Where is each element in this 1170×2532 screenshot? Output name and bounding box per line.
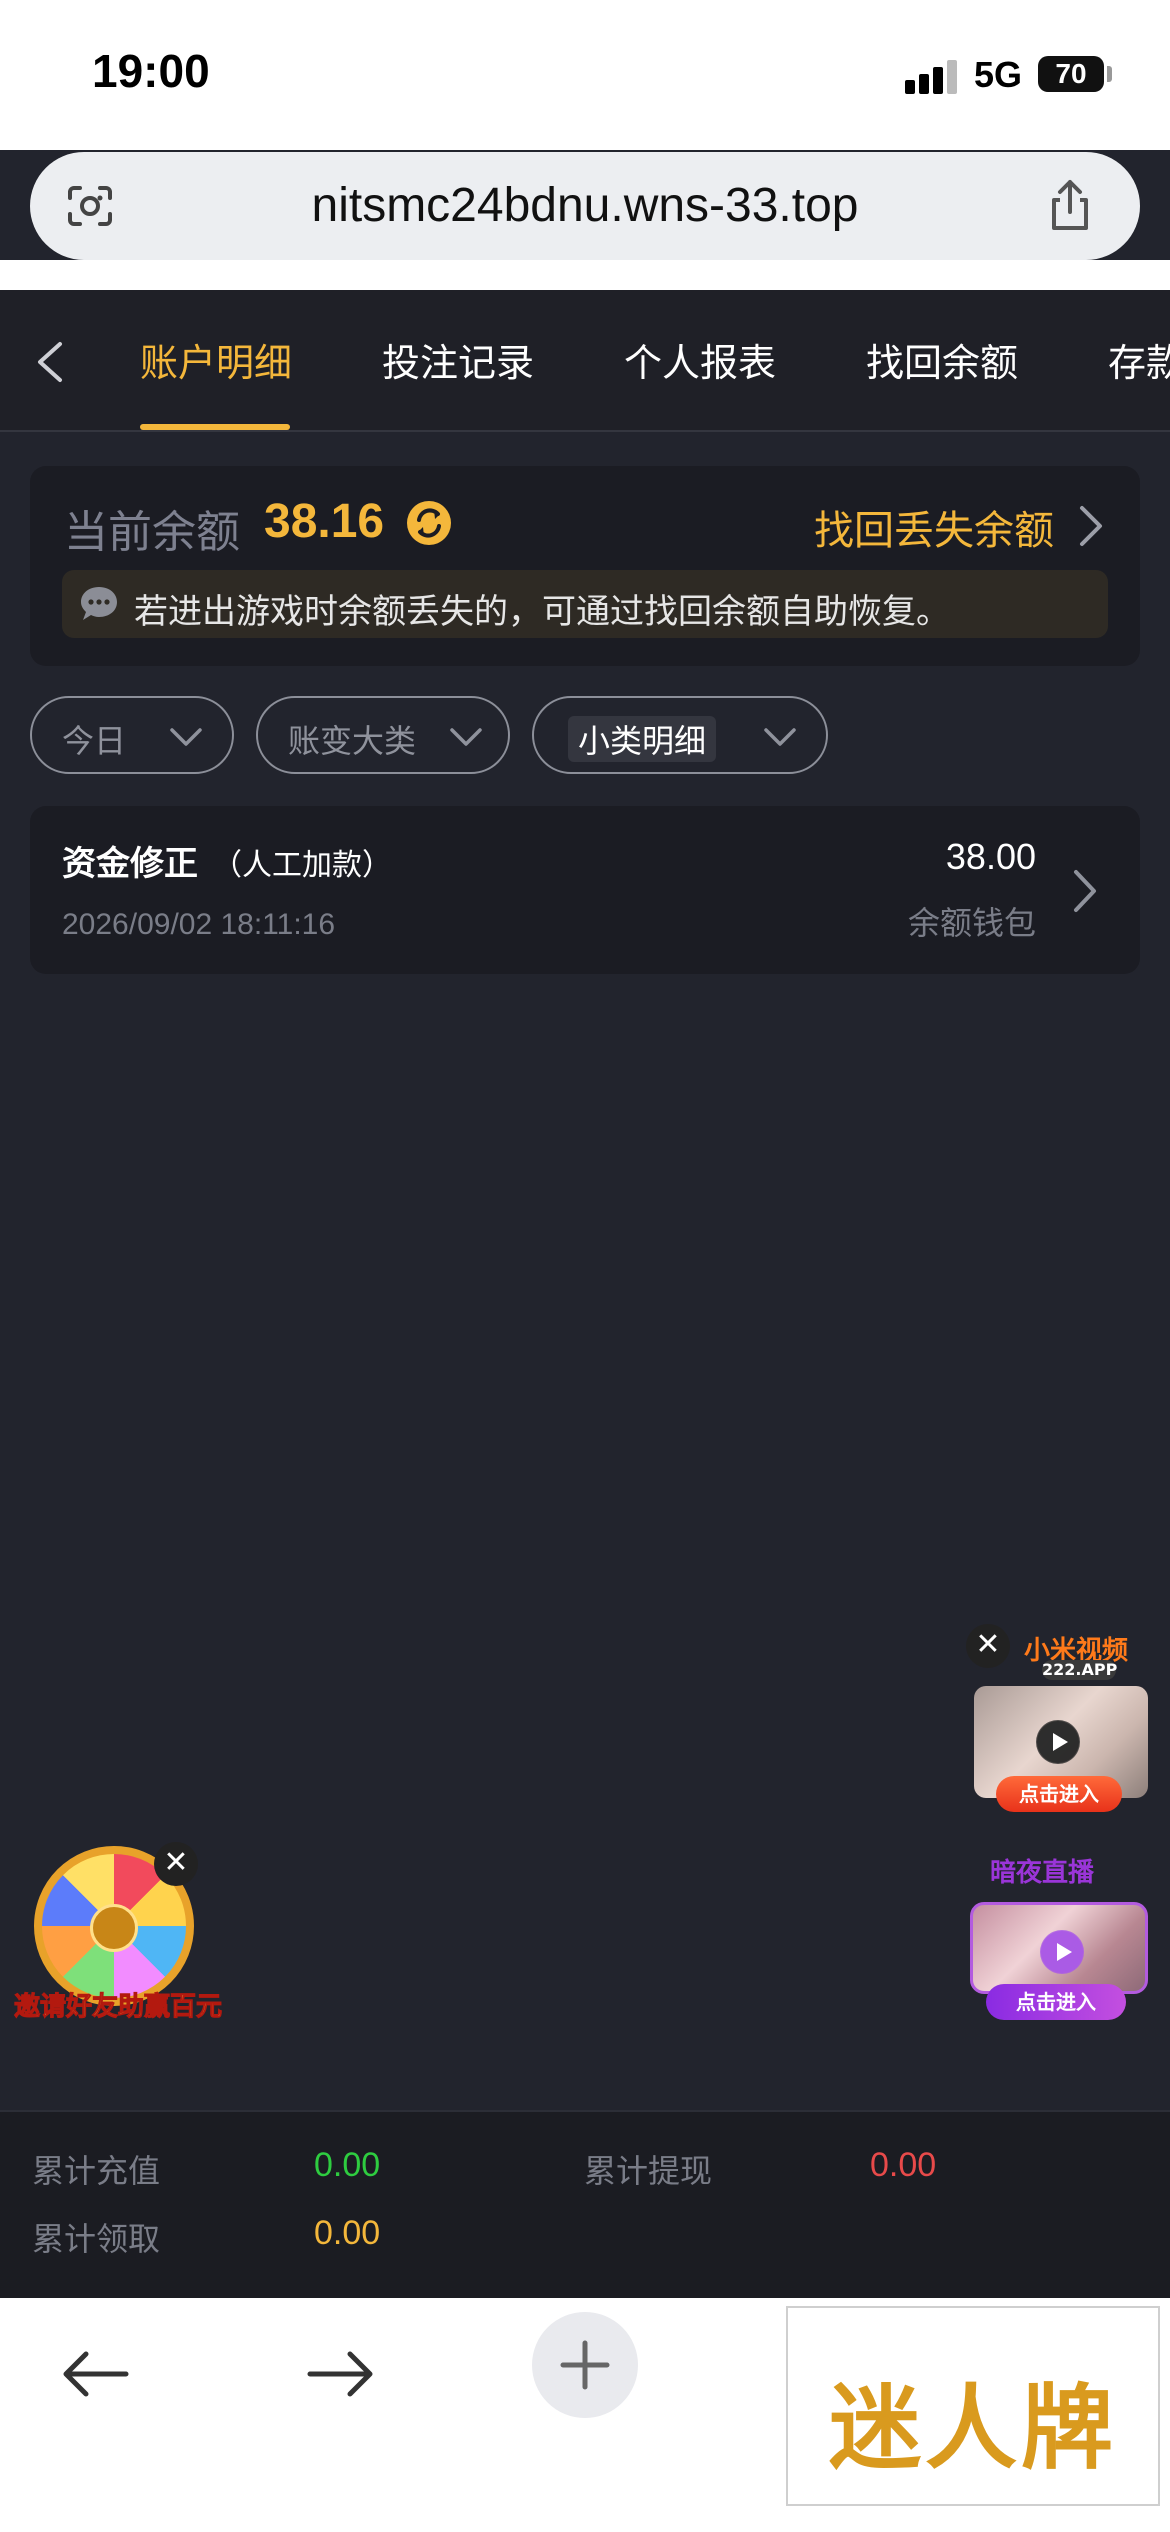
status-time: 19:00 xyxy=(92,45,210,97)
back-chevron-icon[interactable] xyxy=(30,338,70,386)
close-icon[interactable]: ✕ xyxy=(154,1842,198,1886)
notice-text: 若进出游戏时余额丢失的，可通过找回余额自助恢复。 xyxy=(134,592,950,632)
total-claim-label: 累计领取 xyxy=(32,2220,161,2258)
filter-sub-category-label: 小类明细 xyxy=(568,716,717,762)
chevron-down-icon xyxy=(764,728,796,746)
lucky-wheel-text[interactable]: 邀请好友助赢百元 xyxy=(14,1986,223,2023)
transaction-wallet: 余额钱包 xyxy=(907,904,1036,942)
filter-date-label: 今日 xyxy=(62,722,127,760)
filter-sub-category[interactable]: 小类明细 xyxy=(532,696,828,774)
chevron-down-icon xyxy=(450,728,482,746)
plus-icon xyxy=(560,2340,610,2390)
floating-video-ad[interactable]: 小米视频 222.APP 点击进入 ✕ xyxy=(966,1624,1150,1816)
floating-live-ad[interactable]: 暗夜直播 点击进入 xyxy=(966,1846,1150,2026)
chevron-down-icon xyxy=(170,728,202,746)
transaction-datetime: 2026/09/02 18:11:16 xyxy=(62,908,336,941)
chevron-right-icon xyxy=(1074,870,1096,912)
total-deposit-value: 0.00 xyxy=(314,2146,381,2184)
total-withdraw-value: 0.00 xyxy=(870,2146,937,2184)
new-tab-button[interactable] xyxy=(532,2312,638,2418)
chevron-right-icon[interactable] xyxy=(1076,504,1106,548)
battery-tip xyxy=(1107,66,1112,82)
active-tab-indicator xyxy=(140,424,290,430)
filter-main-category-label: 账变大类 xyxy=(288,722,417,760)
browser-divider xyxy=(0,260,1170,290)
lucky-wheel-ad[interactable]: 邀请好友助赢百元 ✕ xyxy=(14,1842,223,2023)
url-text[interactable]: nitsmc24bdnu.wns-33.top xyxy=(30,178,1140,233)
network-type: 5G xyxy=(974,54,1023,95)
transaction-row[interactable]: 资金修正 （人工加款） 2026/09/02 18:11:16 38.00 余额… xyxy=(30,806,1140,974)
balance-label: 当前余额 xyxy=(64,507,240,558)
recover-lost-balance-link[interactable]: 找回丢失余额 xyxy=(814,498,1054,556)
play-icon[interactable] xyxy=(1040,1930,1084,1974)
balance-value: 38.16 xyxy=(264,495,385,548)
video-ad-enter-button[interactable]: 点击进入 xyxy=(996,1776,1122,1812)
filter-date[interactable]: 今日 xyxy=(30,696,234,774)
tab-recover-balance[interactable]: 找回余额 xyxy=(866,332,1018,387)
tab-bet-records[interactable]: 投注记录 xyxy=(382,332,534,387)
play-icon[interactable] xyxy=(1036,1720,1080,1764)
transaction-amount: 38.00 xyxy=(945,836,1036,877)
balance-card: 当前余额 38.16 找回丢失余额 若进出游戏时余额丢失的，可通过找回余额自助恢… xyxy=(30,466,1140,666)
brand-banner[interactable]: 迷人牌 xyxy=(786,2306,1160,2506)
share-icon[interactable] xyxy=(1040,176,1100,236)
transaction-title: 资金修正 xyxy=(62,844,198,884)
browser-bottom-bar: 迷人牌 xyxy=(0,2298,1170,2532)
transaction-subtitle: （人工加款） xyxy=(212,848,392,883)
video-ad-domain: 222.APP xyxy=(1042,1660,1118,1680)
live-ad-enter-button[interactable]: 点击进入 xyxy=(986,1984,1126,2020)
tab-deposit[interactable]: 存款 xyxy=(1108,332,1170,387)
close-icon[interactable]: ✕ xyxy=(966,1624,1010,1668)
signal-icon xyxy=(905,58,961,94)
video-ad-logo: 小米视频 xyxy=(1024,1636,1129,1666)
refresh-icon[interactable] xyxy=(404,498,454,548)
address-bar[interactable]: nitsmc24bdnu.wns-33.top xyxy=(30,152,1140,260)
tab-navigation: 账户明细 投注记录 个人报表 找回余额 存款 xyxy=(0,290,1170,432)
arrow-right-icon[interactable] xyxy=(300,2334,380,2414)
total-claim-value: 0.00 xyxy=(314,2214,381,2252)
filter-main-category[interactable]: 账变大类 xyxy=(256,696,510,774)
status-bar: 19:00 5G 70 xyxy=(0,0,1170,150)
live-ad-logo: 暗夜直播 xyxy=(990,1858,1095,1888)
total-deposit-label: 累计充值 xyxy=(32,2152,161,2190)
summary-panel: 累计充值 0.00 累计提现 0.00 累计领取 0.00 xyxy=(0,2110,1170,2298)
arrow-left-icon[interactable] xyxy=(56,2334,136,2414)
notice-banner: 若进出游戏时余额丢失的，可通过找回余额自助恢复。 xyxy=(62,570,1108,638)
wheel-center xyxy=(90,1904,138,1952)
chat-bubble-icon xyxy=(81,587,117,620)
tab-account-details[interactable]: 账户明细 xyxy=(140,332,292,387)
brand-logo-text: 迷人牌 xyxy=(828,2374,1117,2482)
total-withdraw-label: 累计提现 xyxy=(584,2152,713,2190)
tab-personal-report[interactable]: 个人报表 xyxy=(624,332,776,387)
battery-icon: 70 xyxy=(1038,56,1104,92)
